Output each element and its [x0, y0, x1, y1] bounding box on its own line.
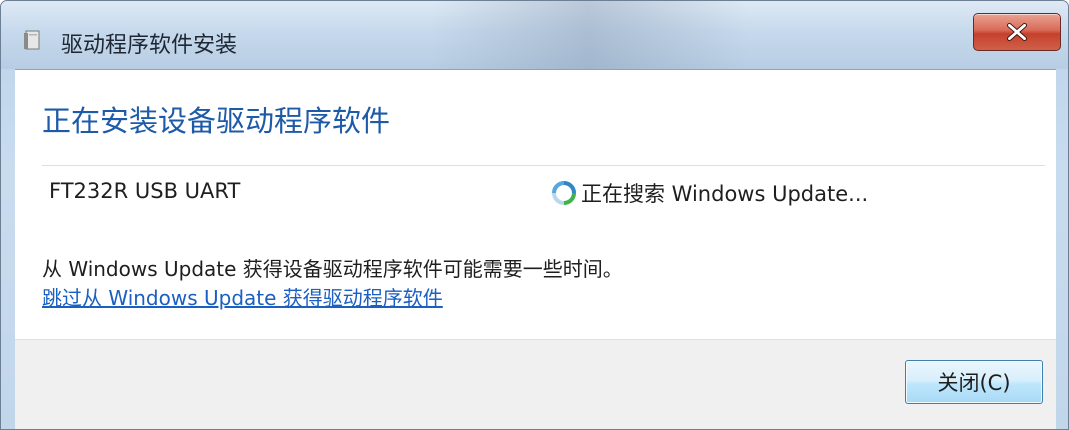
button-bar: 关闭(C) — [15, 339, 1056, 429]
driver-install-dialog: 驱动程序软件安装 正在安装设备驱动程序软件 FT232R USB UART 正在… — [0, 0, 1069, 430]
close-icon — [1007, 23, 1027, 41]
close-dialog-button[interactable]: 关闭(C) — [905, 360, 1043, 404]
info-text: 从 Windows Update 获得设备驱动程序软件可能需要一些时间。 — [42, 257, 623, 281]
title-bar[interactable]: 驱动程序软件安装 — [1, 1, 1068, 69]
divider — [42, 165, 1045, 166]
device-name: FT232R USB UART — [49, 179, 241, 203]
busy-spinner-icon — [552, 181, 576, 205]
status-text: 正在搜索 Windows Update... — [581, 182, 869, 206]
skip-windows-update-link[interactable]: 跳过从 Windows Update 获得驱动程序软件 — [42, 282, 443, 311]
content-panel: 正在安装设备驱动程序软件 FT232R USB UART 正在搜索 Window… — [15, 69, 1056, 340]
driver-box-icon — [24, 30, 40, 50]
page-heading: 正在安装设备驱动程序软件 — [42, 104, 391, 138]
window-title: 驱动程序软件安装 — [61, 33, 238, 58]
window-close-button[interactable] — [973, 13, 1061, 51]
install-status: 正在搜索 Windows Update... — [551, 177, 868, 209]
